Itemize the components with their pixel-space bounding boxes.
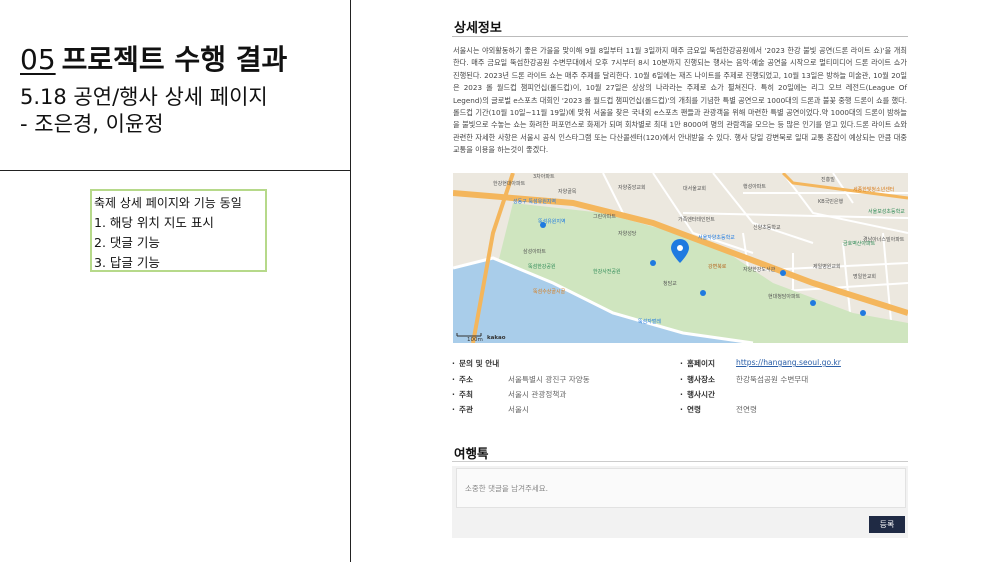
map-label: 서울자양초등학교 bbox=[698, 234, 735, 241]
info-key: 문의 및 안내 bbox=[459, 359, 500, 368]
map-label: 성동구 뚝섬유원지역 bbox=[513, 198, 556, 205]
map-label: 그린아파트 bbox=[593, 213, 616, 220]
slide-title-text: 프로젝트 수행 결과 bbox=[61, 43, 288, 76]
submit-comment-button[interactable]: 등록 bbox=[869, 516, 905, 533]
section-divider bbox=[452, 36, 908, 37]
subtitle-line-2: - 조은경, 이윤정 bbox=[20, 112, 164, 136]
map-label: 세종한빛청소년센터 bbox=[853, 186, 894, 193]
map-label: 한강현대아파트 bbox=[493, 180, 526, 187]
info-value: 한강뚝섬공원 수변무대 bbox=[736, 375, 809, 384]
map-label: KB국민은행 bbox=[818, 198, 844, 205]
info-key: 행사시간 bbox=[687, 390, 715, 399]
map-label: 현대청담아파트 bbox=[768, 293, 801, 300]
map-label: 한강사전공원 bbox=[593, 268, 621, 275]
map-label: 3차아파트 bbox=[533, 173, 555, 180]
info-key: 주관 bbox=[459, 405, 473, 414]
info-value: 서울시 bbox=[508, 405, 529, 414]
event-description: 서울시는 야외활동하기 좋은 가을을 맞이해 9월 8일부터 11월 3일까지 … bbox=[453, 46, 907, 155]
map-label: 뚝섬한강공원 bbox=[528, 263, 556, 270]
note-heading: 축제 상세 페이지와 기능 동일 bbox=[94, 196, 242, 210]
subtitle-line-1: 5.18 공연/행사 상세 페이지 bbox=[20, 85, 268, 109]
detail-section-title: 상세정보 bbox=[454, 21, 502, 36]
map-label: 자양성당 bbox=[618, 230, 637, 237]
map-label: 자양골목 bbox=[558, 188, 577, 195]
map-label: 가족엔터테인먼트 bbox=[678, 216, 715, 223]
feature-note-box: 축제 상세 페이지와 기능 동일 1. 해당 위치 지도 표시 2. 댓글 기능… bbox=[90, 189, 267, 272]
info-value: 전연령 bbox=[736, 405, 757, 414]
horizontal-divider bbox=[0, 170, 351, 171]
map-label: 행성아파트 bbox=[743, 183, 766, 190]
map-label: 대서울교회 bbox=[683, 185, 706, 192]
map-label: 뚝섬수상골시골 bbox=[533, 288, 566, 295]
map-brand: kakao bbox=[487, 335, 506, 341]
info-value: 서울시 관광정책과 bbox=[508, 390, 567, 399]
info-value: 서울특별시 광진구 자양동 bbox=[508, 375, 590, 384]
map-label: 강변북로 bbox=[708, 263, 727, 270]
map-label: 뚝섬자벌레 bbox=[638, 318, 661, 325]
map-canvas[interactable]: 3차아파트 한강현대아파트 자양골목 자양중앙교회 대서울교회 행성아파트 진흥… bbox=[453, 173, 908, 343]
map-scale: 100m bbox=[467, 337, 483, 343]
map-label: 서울보성초등학교 bbox=[868, 208, 905, 215]
review-section-title: 여행톡 bbox=[454, 446, 489, 461]
map-label: 신양초등학교 bbox=[753, 224, 781, 231]
note-item: 2. 댓글 기능 bbox=[94, 235, 160, 250]
map-label: 제일병원교회 bbox=[813, 263, 841, 270]
info-key: 주소 bbox=[459, 375, 473, 384]
map-label: 진흥빌 bbox=[821, 176, 835, 183]
slide-number: 05 bbox=[20, 43, 56, 76]
map-label: 명일한교회 bbox=[853, 273, 876, 280]
slide-subtitle: 5.18 공연/행사 상세 페이지 - 조은경, 이윤정 bbox=[20, 84, 268, 138]
info-key: 행사장소 bbox=[687, 375, 715, 384]
note-item: 3. 답글 기능 bbox=[94, 255, 160, 270]
vertical-divider bbox=[350, 0, 351, 562]
info-key: 주최 bbox=[459, 390, 473, 399]
map-label: 자양한강도서관 bbox=[743, 266, 776, 273]
info-key: 연령 bbox=[687, 405, 701, 414]
review-divider bbox=[452, 461, 908, 462]
location-map[interactable]: 3차아파트 한강현대아파트 자양골목 자양중앙교회 대서울교회 행성아파트 진흥… bbox=[453, 173, 908, 343]
info-key: 홈페이지 bbox=[687, 359, 715, 368]
slide-title: 05 프로젝트 수행 결과 bbox=[20, 38, 287, 78]
note-item: 1. 해당 위치 지도 표시 bbox=[94, 215, 214, 230]
comment-input[interactable]: 소중한 댓글을 남겨주세요. bbox=[456, 468, 906, 508]
homepage-link[interactable]: https://hangang.seoul.go.kr bbox=[736, 358, 841, 367]
map-label: 청담교 bbox=[663, 280, 677, 287]
map-label: 자양중앙교회 bbox=[618, 184, 646, 191]
map-label: 금호벽산아파트 bbox=[843, 240, 876, 247]
map-label: 삼성아파트 bbox=[523, 248, 546, 255]
